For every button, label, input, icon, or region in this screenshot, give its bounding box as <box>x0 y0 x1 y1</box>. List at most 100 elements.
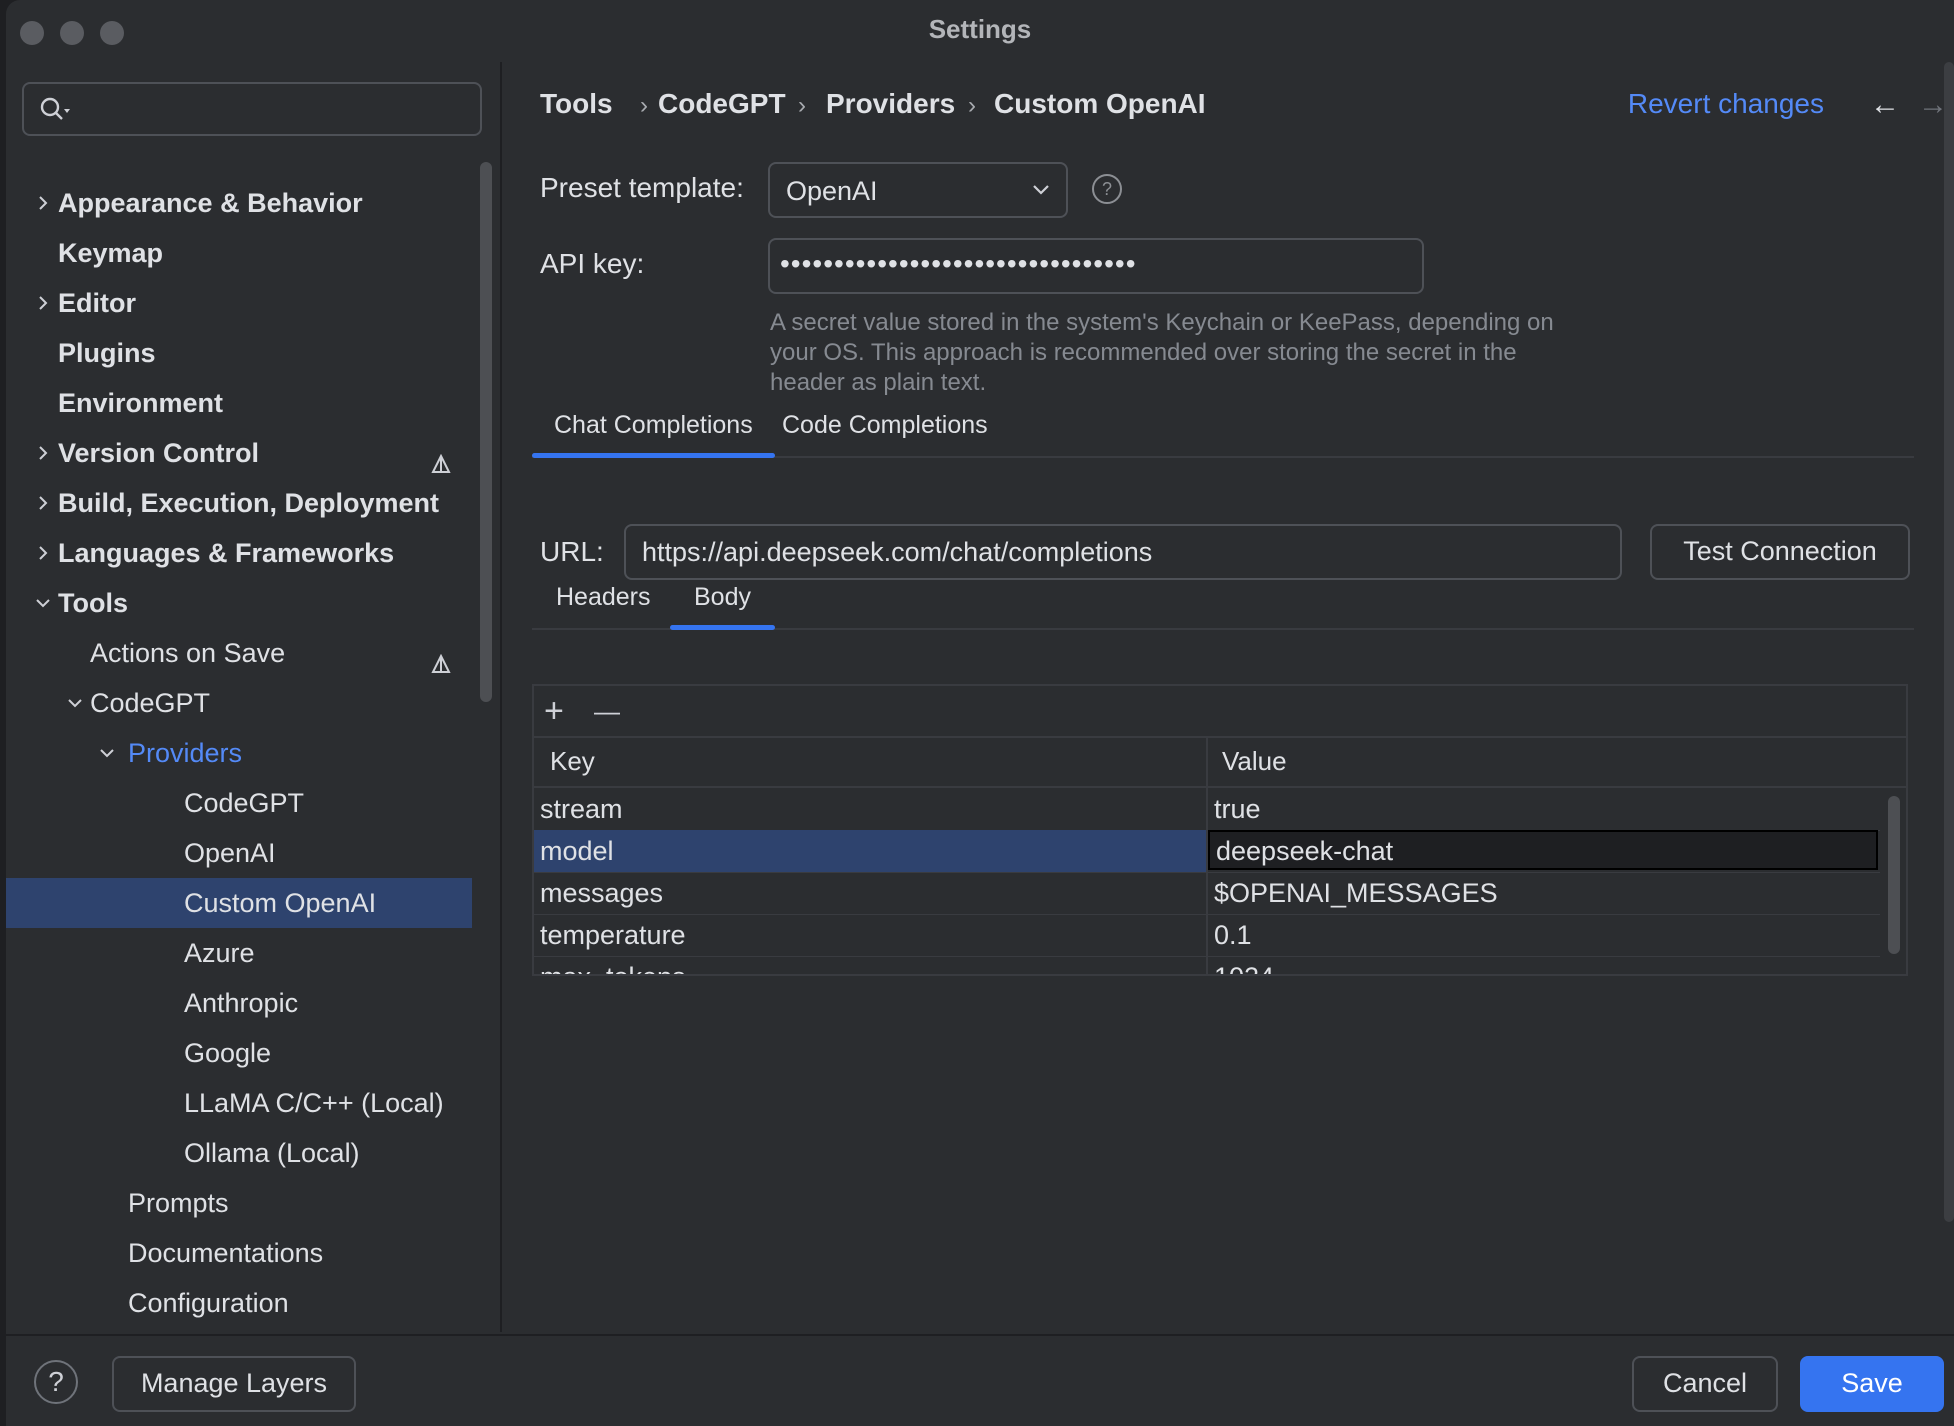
table-toolbar: + — <box>534 686 1906 738</box>
save-button[interactable]: Save <box>1800 1356 1944 1412</box>
key-cell[interactable]: model <box>534 830 1206 872</box>
breadcrumb-codegpt[interactable]: CodeGPT <box>658 88 786 120</box>
search-icon <box>40 97 70 120</box>
url-label: URL: <box>540 536 604 567</box>
back-arrow-icon[interactable]: ← <box>1870 88 1900 122</box>
value-cell-text[interactable]: 0.1 <box>1214 920 1252 951</box>
help-button[interactable]: ? <box>34 1360 78 1404</box>
url-input[interactable]: https://api.deepseek.com/chat/completion… <box>624 524 1622 580</box>
chevron-right-icon[interactable] <box>28 528 58 578</box>
sidebar-item-label: Providers <box>128 738 243 768</box>
key-cell[interactable]: stream <box>534 788 1206 830</box>
sidebar-item[interactable]: OpenAI <box>6 828 486 878</box>
sidebar-item[interactable]: CodeGPT <box>6 678 486 728</box>
api-key-field[interactable]: ••••••••••••••••••••••••••••••••• <box>768 238 1424 294</box>
sidebar-item-label: Editor <box>58 288 136 318</box>
sidebar-item[interactable]: Appearance & Behavior <box>6 178 486 228</box>
breadcrumb-chevron-icon: › <box>968 92 976 119</box>
sidebar-item[interactable]: Configuration <box>6 1278 486 1328</box>
chevron-right-icon[interactable] <box>28 428 58 478</box>
sidebar-item[interactable]: CodeGPT <box>6 778 486 828</box>
breadcrumb-chevron-icon: › <box>798 92 806 119</box>
tab-headers-label: Headers <box>556 583 651 611</box>
sidebar-item-label: Version Control <box>58 438 260 468</box>
settings-search-input[interactable] <box>22 82 482 136</box>
sidebar-item[interactable]: Documentations <box>6 1228 486 1278</box>
value-cell-text[interactable]: true <box>1214 794 1261 825</box>
api-key-label: API key: <box>540 248 645 279</box>
tab-code-completions-label: Code Completions <box>782 411 988 439</box>
sidebar-item-label: Custom OpenAI <box>184 888 377 918</box>
sidebar-item[interactable]: Custom OpenAI <box>6 878 472 928</box>
title-bar: Settings <box>6 0 1954 62</box>
sidebar-scrollbar[interactable] <box>480 162 492 702</box>
add-row-icon[interactable]: + <box>544 694 564 728</box>
sidebar-item[interactable]: Advanced Settings <box>6 1328 486 1332</box>
key-cell[interactable]: max_tokens <box>534 956 1206 974</box>
sidebar-item[interactable]: Environment <box>6 378 486 428</box>
chevron-right-icon[interactable] <box>28 278 58 328</box>
sidebar-item-label: CodeGPT <box>184 788 305 818</box>
chevron-right-icon[interactable] <box>28 478 58 528</box>
api-key-value: ••••••••••••••••••••••••••••••••• <box>780 248 1137 279</box>
settings-sidebar: Appearance & Behavior Keymap Editor Plugins… <box>6 62 502 1332</box>
chevron-down-icon <box>1033 185 1049 195</box>
key-cell[interactable]: messages <box>534 872 1206 914</box>
tab-body[interactable]: Body <box>670 574 775 630</box>
sidebar-item[interactable]: Providers <box>6 728 486 778</box>
sidebar-item-label: Build, Execution, Deployment <box>58 488 440 518</box>
breadcrumb-providers[interactable]: Providers <box>826 88 955 120</box>
sidebar-item-label: Tools <box>58 588 128 618</box>
sidebar-item[interactable]: Prompts <box>6 1178 486 1228</box>
key-cell-text: max_tokens <box>540 962 686 974</box>
sidebar-item-label: Actions on Save <box>90 638 286 668</box>
test-connection-button[interactable]: Test Connection <box>1650 524 1910 580</box>
sidebar-item-label: CodeGPT <box>90 688 211 718</box>
sidebar-item[interactable]: Build, Execution, Deployment <box>6 478 486 528</box>
sidebar-item[interactable]: LLaMA C/C++ (Local) <box>6 1078 486 1128</box>
column-divider <box>1206 738 1208 974</box>
breadcrumb-chevron-icon: › <box>640 92 648 119</box>
tab-headers[interactable]: Headers <box>556 574 651 628</box>
table-scrollbar[interactable] <box>1888 796 1900 954</box>
tab-code-completions[interactable]: Code Completions <box>782 402 988 456</box>
sidebar-item[interactable]: Azure <box>6 928 486 978</box>
key-cell-text: model <box>540 836 614 866</box>
column-header-value[interactable]: Value <box>1222 746 1287 777</box>
sidebar-item-label: Advanced Settings <box>128 1328 353 1332</box>
cancel-button[interactable]: Cancel <box>1632 1356 1778 1412</box>
breadcrumb-tools[interactable]: Tools <box>540 88 613 120</box>
sidebar-item[interactable]: Actions on Save <box>6 628 486 678</box>
help-icon[interactable]: ? <box>1092 174 1122 204</box>
sidebar-item[interactable]: Version Control <box>6 428 486 478</box>
manage-layers-button[interactable]: Manage Layers <box>112 1356 356 1412</box>
sidebar-item-label: LLaMA C/C++ (Local) <box>184 1088 444 1118</box>
value-cell-text[interactable]: 1024 <box>1214 962 1274 974</box>
sidebar-item-label: Azure <box>184 938 255 968</box>
sidebar-item[interactable]: Keymap <box>6 228 486 278</box>
tab-selected-indicator <box>670 625 775 630</box>
remove-row-icon[interactable]: — <box>594 694 620 728</box>
tab-chat-completions[interactable]: Chat Completions <box>532 402 775 458</box>
value-cell-editor[interactable]: deepseek-chat <box>1208 830 1878 870</box>
sidebar-item[interactable]: Tools <box>6 578 486 628</box>
chevron-down-icon[interactable] <box>60 678 90 728</box>
sidebar-item[interactable]: Languages & Frameworks <box>6 528 486 578</box>
chevron-down-icon[interactable] <box>92 728 122 778</box>
window-title: Settings <box>928 14 1032 44</box>
value-cell-text[interactable]: $OPENAI_MESSAGES <box>1214 878 1498 909</box>
chevron-right-icon[interactable] <box>28 178 58 228</box>
sidebar-item[interactable]: Anthropic <box>6 978 486 1028</box>
sidebar-item[interactable]: Google <box>6 1028 486 1078</box>
content-scrollbar[interactable] <box>1944 62 1954 1222</box>
sidebar-item[interactable]: Ollama (Local) <box>6 1128 486 1178</box>
dialog-footer: ? Manage Layers Cancel Save <box>6 1334 1954 1426</box>
chevron-down-icon[interactable] <box>28 578 58 628</box>
column-header-key[interactable]: Key <box>550 746 595 777</box>
preset-template-select[interactable]: OpenAI <box>768 162 1068 218</box>
sidebar-item[interactable]: Plugins <box>6 328 486 378</box>
key-cell[interactable]: temperature <box>534 914 1206 956</box>
sidebar-item[interactable]: Editor <box>6 278 486 328</box>
request-tabs: Headers Body <box>532 574 1914 630</box>
revert-changes-link[interactable]: Revert changes <box>1628 88 1824 120</box>
